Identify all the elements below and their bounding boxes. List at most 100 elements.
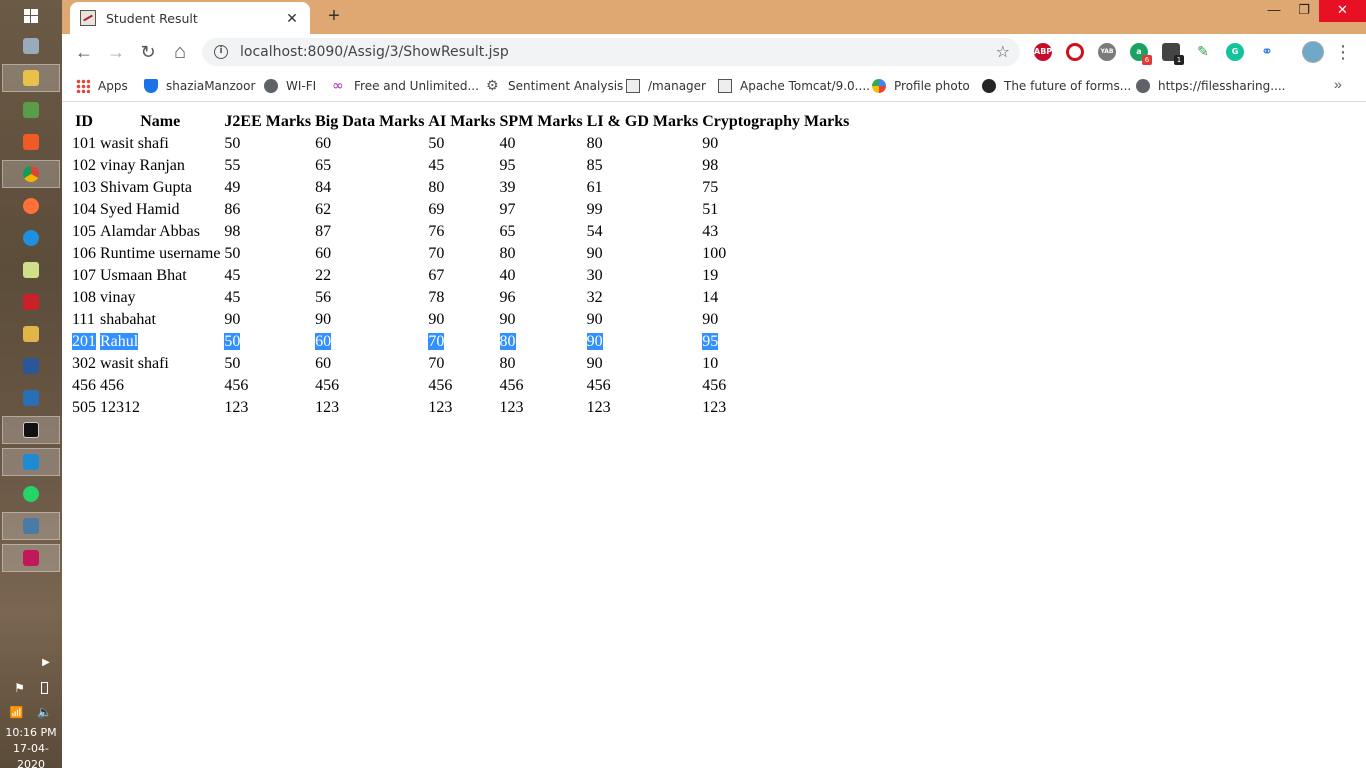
cell-text[interactable]: 90 (428, 311, 444, 328)
taskbar-app-photos[interactable] (2, 32, 60, 60)
cell-text[interactable]: 123 (224, 399, 248, 416)
browser-menu-icon[interactable]: ⋮ (1334, 40, 1352, 64)
cell-text[interactable]: 22 (315, 267, 331, 284)
cell-text[interactable]: wasit shafi (100, 355, 169, 372)
tab-close-button[interactable]: ✕ (284, 10, 300, 27)
block-site-extension-icon[interactable] (1066, 43, 1084, 61)
profile-avatar[interactable] (1302, 41, 1324, 63)
cell-text[interactable]: 201 (72, 333, 96, 350)
forward-button[interactable]: → (104, 40, 128, 64)
cell-text[interactable]: 50 (224, 135, 240, 152)
bookmark-apache-tomcat[interactable]: Apache Tomcat/9.0.... (718, 76, 870, 96)
cell-text[interactable]: 45 (224, 289, 240, 306)
cell-text[interactable]: 85 (587, 157, 603, 174)
cell-text[interactable]: Runtime username (100, 245, 220, 262)
cell-text[interactable]: 302 (72, 355, 96, 372)
cell-text[interactable]: 76 (428, 223, 444, 240)
cell-text[interactable]: 19 (702, 267, 718, 284)
cell-text[interactable]: 39 (500, 179, 516, 196)
cell-text[interactable]: Syed Hamid (100, 201, 180, 218)
grammarly-extension-icon[interactable]: G (1226, 43, 1244, 61)
taskbar-app-word[interactable] (2, 352, 60, 380)
adblock-plus-extension-icon[interactable]: ABP (1034, 43, 1052, 61)
cell-text[interactable]: 60 (315, 135, 331, 152)
cell-text[interactable]: Shivam Gupta (100, 179, 192, 196)
cell-text[interactable]: Rahul (100, 333, 139, 350)
taskbar-app-powershell[interactable] (2, 384, 60, 412)
cell-text[interactable]: 40 (500, 267, 516, 284)
bookmark-future-of-forms[interactable]: The future of forms... (982, 76, 1131, 96)
bookmark-profile-photo[interactable]: Profile photo (872, 76, 970, 96)
cell-text[interactable]: 43 (702, 223, 718, 240)
reload-button[interactable]: ↻ (136, 40, 160, 64)
cell-text[interactable]: 456 (702, 377, 726, 394)
cell-text[interactable]: 80 (500, 355, 516, 372)
cell-text[interactable]: 65 (500, 223, 516, 240)
cell-text[interactable]: 14 (702, 289, 718, 306)
cell-text[interactable]: 90 (224, 311, 240, 328)
cell-text[interactable]: 60 (315, 333, 332, 350)
cell-text[interactable]: 123 (587, 399, 611, 416)
cell-text[interactable]: 87 (315, 223, 331, 240)
bookmark-sentiment-analysis[interactable]: ⚙ Sentiment Analysis (486, 76, 623, 96)
cell-text[interactable]: 60 (315, 245, 331, 262)
taskbar-app-paint[interactable] (2, 320, 60, 348)
cell-text[interactable]: 90 (315, 311, 331, 328)
taskbar-app-tool[interactable] (2, 544, 60, 572)
cell-text[interactable]: 10 (702, 355, 718, 372)
cell-text[interactable]: 90 (587, 245, 603, 262)
taskbar-app-mysql[interactable] (2, 512, 60, 540)
taskbar-app-vscode[interactable] (2, 448, 60, 476)
taskbar-app-firefox[interactable] (2, 192, 60, 220)
cell-text[interactable]: 80 (428, 179, 444, 196)
cell-text[interactable]: 49 (224, 179, 240, 196)
cell-text[interactable]: 80 (499, 333, 516, 350)
cell-text[interactable]: 101 (72, 135, 96, 152)
taskbar-app-edge[interactable] (2, 224, 60, 252)
cell-text[interactable]: 111 (72, 311, 95, 328)
cell-text[interactable]: wasit shafi (100, 135, 169, 152)
cell-text[interactable]: 123 (500, 399, 524, 416)
cell-text[interactable]: 90 (500, 311, 516, 328)
cell-text[interactable]: 62 (315, 201, 331, 218)
cell-text[interactable]: 456 (72, 377, 96, 394)
cell-text[interactable]: 97 (500, 201, 516, 218)
taskbar-app-notepad[interactable] (2, 256, 60, 284)
cell-text[interactable]: 95 (702, 333, 719, 350)
taskbar-app-cmd[interactable] (2, 416, 60, 444)
cell-text[interactable]: 75 (702, 179, 718, 196)
cell-text[interactable]: Usmaan Bhat (100, 267, 187, 284)
cell-text[interactable]: 456 (315, 377, 339, 394)
cell-text[interactable]: 95 (500, 157, 516, 174)
cell-text[interactable]: 456 (428, 377, 452, 394)
cell-text[interactable]: 30 (587, 267, 603, 284)
cell-text[interactable]: 84 (315, 179, 331, 196)
taskbar-app-map[interactable] (2, 96, 60, 124)
cell-text[interactable]: 70 (428, 333, 445, 350)
cell-text[interactable]: 123 (702, 399, 726, 416)
bookmark-wifi[interactable]: WI-FI (264, 76, 316, 96)
tray-icons-row-2[interactable]: 📶 🔈 (2, 700, 60, 724)
cell-text[interactable]: 106 (72, 245, 96, 262)
back-button[interactable]: ← (72, 40, 96, 64)
cell-text[interactable]: 78 (428, 289, 444, 306)
cell-text[interactable]: 90 (702, 135, 718, 152)
cell-text[interactable]: 456 (587, 377, 611, 394)
cell-text[interactable]: 45 (224, 267, 240, 284)
cell-text[interactable]: 98 (702, 157, 718, 174)
cell-text[interactable]: 50 (224, 355, 240, 372)
info-icon[interactable]: i (214, 45, 228, 59)
cell-text[interactable]: 107 (72, 267, 96, 284)
cell-text[interactable]: 90 (587, 311, 603, 328)
cell-text[interactable]: 86 (224, 201, 240, 218)
start-button[interactable] (2, 2, 60, 30)
cell-text[interactable]: 123 (315, 399, 339, 416)
clock[interactable]: 10:16 PM 17-04-2020 (0, 725, 62, 768)
link-extension-icon[interactable]: ⚭ (1258, 43, 1276, 61)
bookmark-apps[interactable]: Apps (76, 76, 128, 96)
cell-text[interactable]: 90 (587, 355, 603, 372)
url-text[interactable]: localhost:8090/Assig/3/ShowResult.jsp (240, 44, 996, 60)
cell-text[interactable]: 65 (315, 157, 331, 174)
bookmarks-overflow-button[interactable]: » (1334, 76, 1342, 92)
taskbar-app-brave[interactable] (2, 128, 60, 156)
